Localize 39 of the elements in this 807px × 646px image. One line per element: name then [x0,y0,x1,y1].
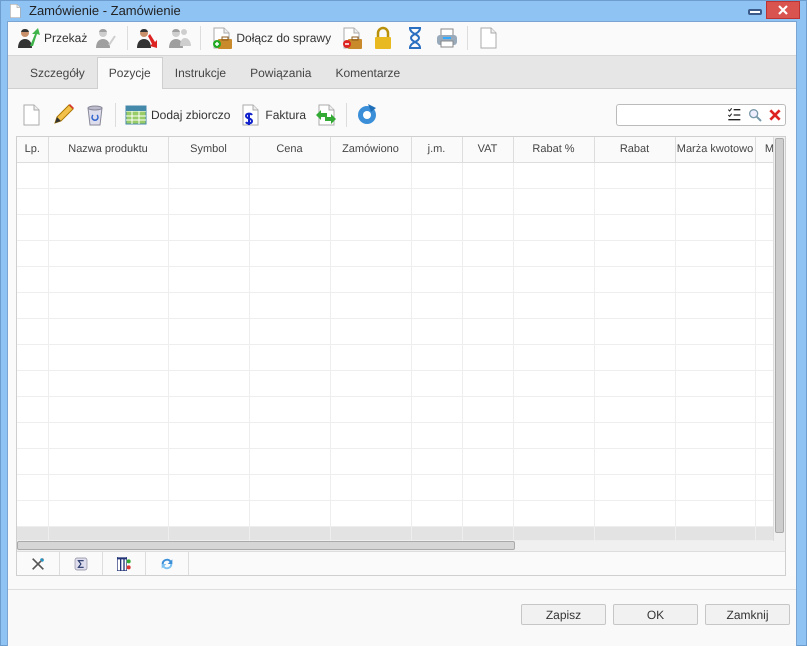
column-header[interactable]: Zamówiono [330,136,411,162]
column-header[interactable]: Marża kwotowo [675,136,755,162]
document-exchange-icon [314,102,338,126]
dialog-button[interactable]: OK [613,604,698,625]
sum-icon [73,556,89,572]
tab[interactable]: Pozycje [96,56,163,88]
close-icon [778,5,788,15]
toolbar-button[interactable]: Dodaj zbiorczo [121,100,234,128]
dialog-button[interactable]: Zapisz [521,604,606,625]
tab[interactable]: Powiązania [238,56,324,88]
tab[interactable]: Szczegóły [18,56,97,88]
horizontal-scrollbar[interactable] [17,541,515,550]
person-arrow-icon [17,26,41,50]
toolbar-button[interactable]: Faktura [235,100,310,128]
table-icon [124,102,148,126]
toolbar-button[interactable]: Przekaż [14,24,90,52]
column-header[interactable]: Cena [249,136,330,162]
minimize-button[interactable] [748,9,762,15]
toolbar-button[interactable]: Dołącz do sprawy [206,24,334,52]
column-header[interactable]: M [755,136,773,162]
column-header[interactable]: Rabat % [513,136,594,162]
close-button[interactable] [766,1,800,19]
column-header[interactable]: Nazwa produktu [48,136,168,162]
dialog-button[interactable]: Zamknij [705,604,790,625]
column-header[interactable]: Symbol [168,136,249,162]
edit-icon [51,102,75,126]
people-icon [168,26,192,50]
document-icon [7,2,23,20]
column-header[interactable]: j.m. [411,136,462,162]
printer-icon [435,26,460,50]
columns-icon [116,556,132,572]
vertical-scrollbar[interactable] [775,138,784,532]
tab[interactable]: Komentarze [323,56,412,88]
window-title: Zamówienie - Zamówienie [29,2,181,20]
tools-icon [30,556,46,572]
column-header[interactable]: VAT [462,136,513,162]
tab[interactable]: Instrukcje [162,56,238,88]
column-header[interactable]: Lp. [17,136,48,162]
column-header[interactable]: Rabat [594,136,675,162]
